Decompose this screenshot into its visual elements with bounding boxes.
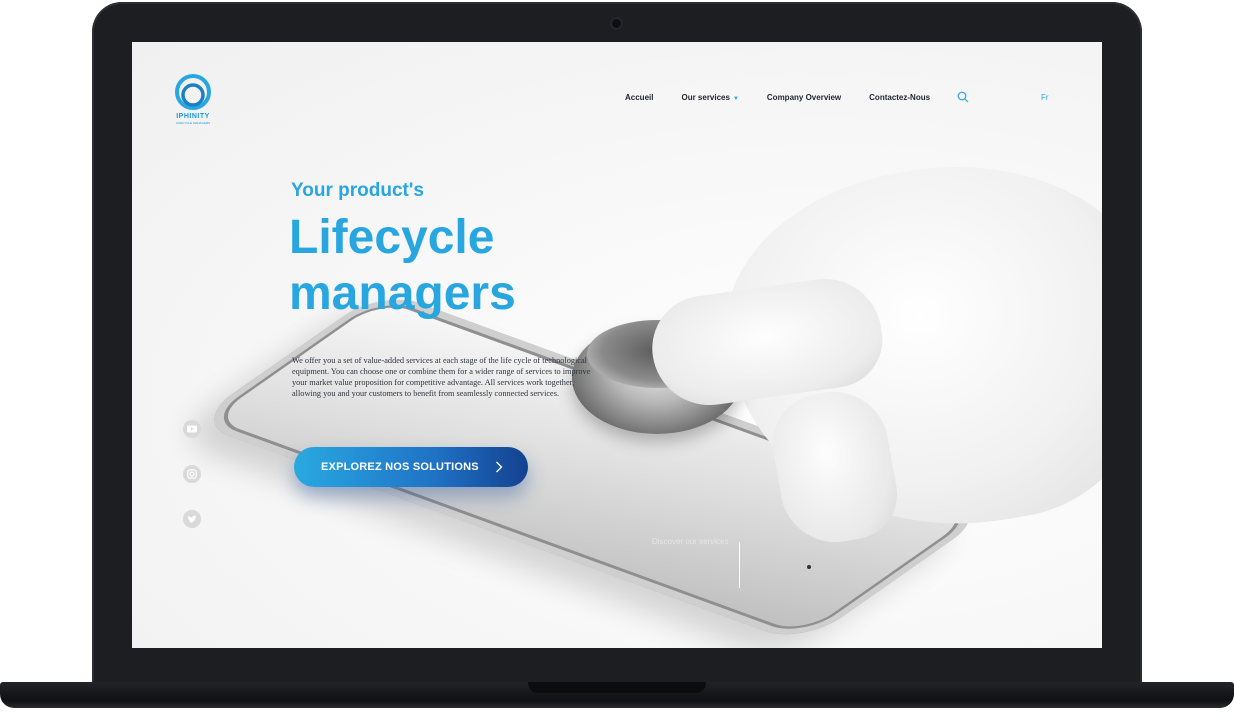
nav-item-label: Contactez-Nous	[869, 92, 931, 102]
caret-down-icon: ▼	[732, 95, 739, 102]
webcam	[612, 19, 621, 28]
nav-item-label: Company Overview	[766, 92, 842, 102]
site-logo[interactable]: IPHINITY LIFECYCLE MANAGERS	[170, 72, 216, 128]
logo-mark-icon	[175, 74, 211, 110]
scroll-hint-label[interactable]: Discover our services	[652, 537, 728, 546]
youtube-icon[interactable]	[183, 420, 201, 438]
chevron-right-icon	[495, 461, 503, 473]
logo-subtext: LIFECYCLE MANAGERS	[175, 121, 211, 125]
nav-item-contact[interactable]: Contactez-Nous	[869, 93, 930, 102]
hero-title-line1: Lifecycle	[289, 211, 495, 264]
logo-text: IPHINITY	[176, 113, 210, 120]
scroll-hint-line	[739, 542, 740, 588]
website-screen: Discover our services IPHINITY LIFECYCLE…	[132, 42, 1102, 648]
hero-description: We offer you a set of value-added servic…	[292, 356, 591, 398]
main-nav: Accueil Our services ▼ Company Overview C…	[625, 91, 1049, 103]
hero-title-line2: managers	[289, 267, 516, 320]
language-switch[interactable]: Fr	[1041, 93, 1049, 102]
nav-item-label: Accueil	[625, 92, 654, 102]
nav-item-label: Our services	[681, 92, 730, 102]
search-icon[interactable]	[957, 91, 969, 103]
nav-item-our-services[interactable]: Our services ▼	[681, 93, 738, 102]
nav-item-accueil[interactable]: Accueil	[625, 93, 653, 102]
phone-button	[807, 565, 811, 569]
laptop-notch	[528, 682, 706, 693]
hero-title: Lifecycle managers	[289, 210, 516, 322]
explore-solutions-button[interactable]: EXPLOREZ NOS SOLUTIONS	[294, 447, 528, 487]
instagram-icon[interactable]	[183, 465, 201, 483]
cta-label: EXPLOREZ NOS SOLUTIONS	[321, 461, 479, 473]
nav-item-company-overview[interactable]: Company Overview	[767, 93, 841, 102]
twitter-icon[interactable]	[183, 510, 201, 528]
hero-kicker: Your product's	[291, 180, 424, 201]
